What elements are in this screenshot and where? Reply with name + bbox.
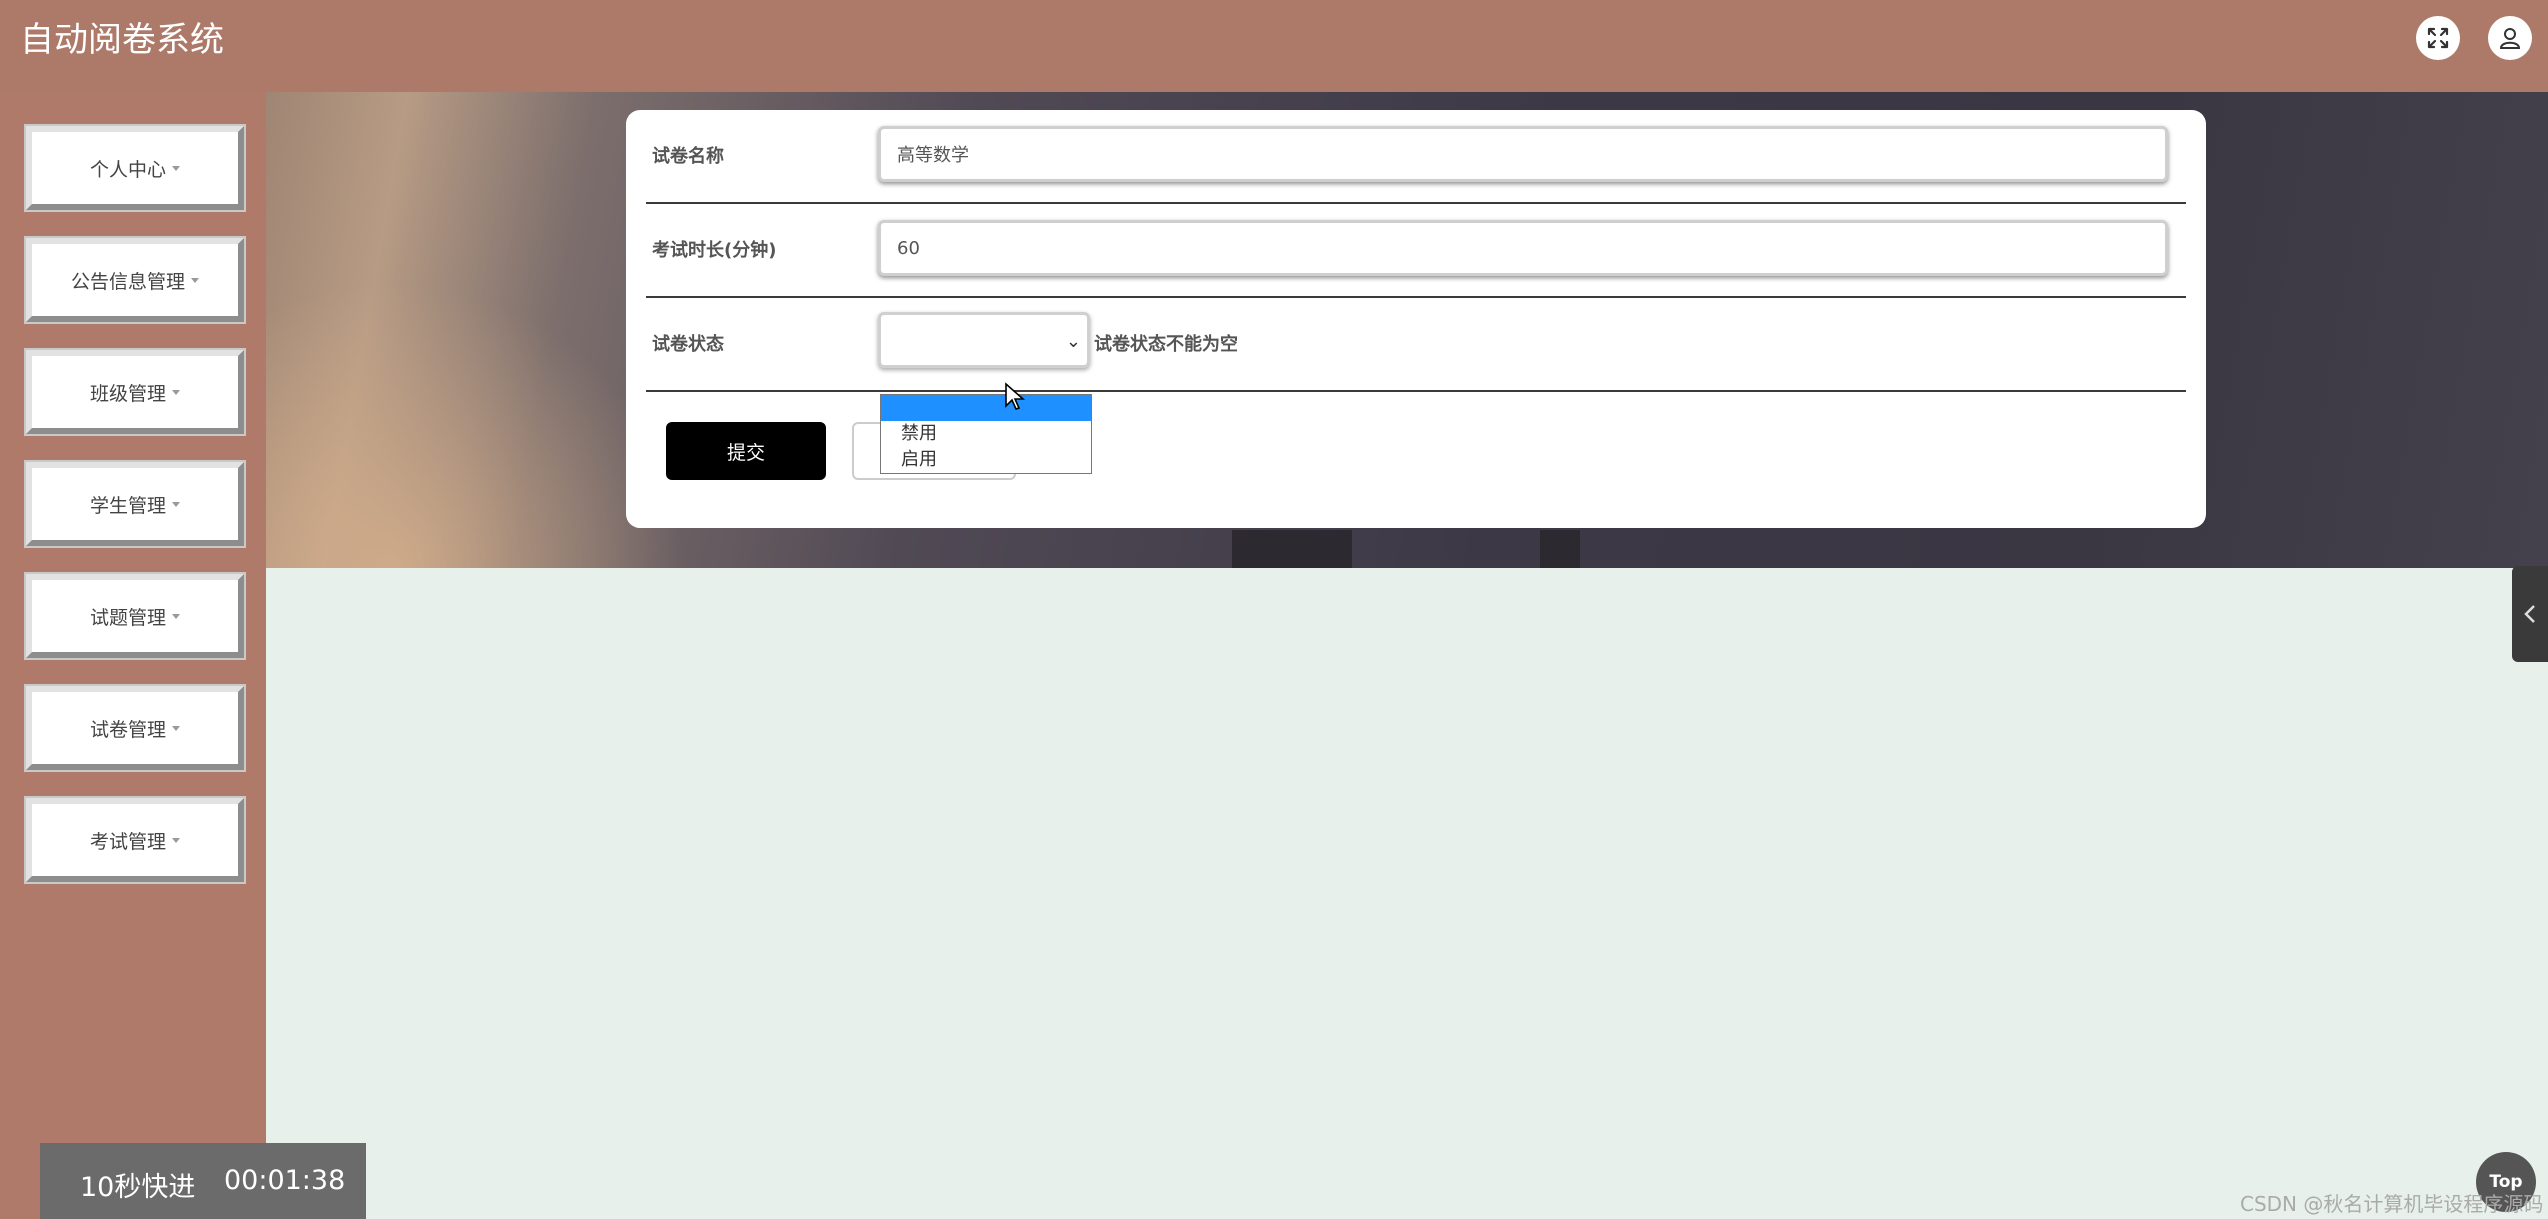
sidebar-item-class-management[interactable]: 班级管理 <box>24 348 246 436</box>
caret-down-icon <box>172 165 180 171</box>
sidebar-item-label: 个人中心 <box>89 158 166 181</box>
sidebar-item-exam-management[interactable]: 考试管理 <box>24 796 246 884</box>
sidebar-item-label: 试题管理 <box>89 606 166 629</box>
paper-name-input[interactable] <box>878 126 2168 182</box>
sidebar-item-label: 公告信息管理 <box>70 270 185 293</box>
sidebar-item-label: 考试管理 <box>89 830 166 853</box>
chevron-down-icon: ⌄ <box>1065 331 1081 352</box>
timer-value: 00:01:38 <box>224 1165 346 1196</box>
form-row-duration: 考试时长(分钟) <box>646 204 2186 298</box>
caret-down-icon <box>172 837 180 843</box>
dropdown-option-empty[interactable] <box>881 395 1091 421</box>
mouse-cursor-icon <box>1005 382 1026 410</box>
sidebar-item-paper-management[interactable]: 试卷管理 <box>24 684 246 772</box>
fullscreen-icon[interactable] <box>2416 16 2460 60</box>
duration-input[interactable] <box>878 220 2168 276</box>
caret-down-icon <box>172 501 180 507</box>
sidebar-item-question-management[interactable]: 试题管理 <box>24 572 246 660</box>
video-timer-overlay: 10秒快进 00:01:38 <box>40 1143 366 1219</box>
sidebar-item-personal-center[interactable]: 个人中心 <box>24 124 246 212</box>
top-bar: 自动阅卷系统 <box>0 0 2548 92</box>
banner-glow <box>266 280 686 568</box>
form-row-paper-name: 试卷名称 <box>646 110 2186 204</box>
dropdown-option-disabled[interactable]: 禁用 <box>881 421 1091 447</box>
collapse-panel-tab[interactable] <box>2512 566 2548 662</box>
banner-building <box>1540 530 1580 568</box>
sidebar-item-label: 试卷管理 <box>89 718 166 741</box>
dropdown-option-enabled[interactable]: 启用 <box>881 447 1091 473</box>
chevron-left-icon <box>2524 605 2535 623</box>
sidebar-item-notice-management[interactable]: 公告信息管理 <box>24 236 246 324</box>
sidebar-item-student-management[interactable]: 学生管理 <box>24 460 246 548</box>
sidebar-item-label: 班级管理 <box>89 382 166 405</box>
status-dropdown-list: 禁用 启用 <box>880 394 1092 474</box>
status-error-message: 试卷状态不能为空 <box>1094 334 1238 355</box>
sidebar: 个人中心 公告信息管理 班级管理 学生管理 试题管理 试卷管理 考试管理 <box>0 92 266 1219</box>
status-select[interactable]: ⌄ <box>878 312 1090 368</box>
status-label: 试卷状态 <box>652 334 724 355</box>
paper-name-label: 试卷名称 <box>652 146 724 167</box>
user-icon[interactable] <box>2488 16 2532 60</box>
duration-label: 考试时长(分钟) <box>652 240 777 261</box>
app-title: 自动阅卷系统 <box>20 20 224 60</box>
caret-down-icon <box>172 613 180 619</box>
watermark-text: CSDN @秋名计算机毕设程序源码 <box>2240 1192 2544 1216</box>
fast-forward-label[interactable]: 10秒快进 <box>80 1165 195 1204</box>
submit-button[interactable]: 提交 <box>666 422 826 480</box>
banner-building <box>1232 530 1352 568</box>
caret-down-icon <box>172 725 180 731</box>
caret-down-icon <box>191 277 199 283</box>
sidebar-item-label: 学生管理 <box>89 494 166 517</box>
form-row-status: 试卷状态 ⌄ 试卷状态不能为空 <box>646 298 2186 392</box>
caret-down-icon <box>172 389 180 395</box>
